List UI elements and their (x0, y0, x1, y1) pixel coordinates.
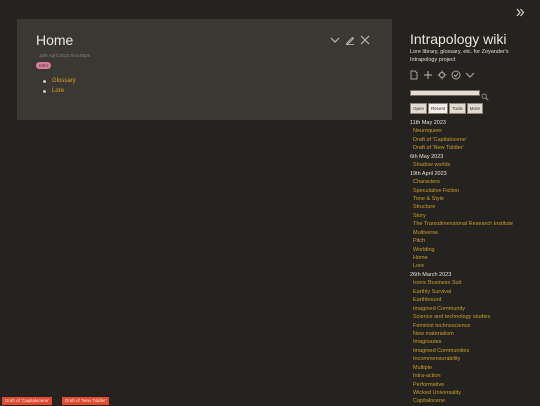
tab-more[interactable]: More (466, 103, 484, 114)
recent-link[interactable]: Multiverse (410, 229, 513, 237)
tiddler-link-glossary[interactable]: Glossary (52, 78, 76, 84)
plus-icon[interactable] (423, 70, 433, 80)
recent-link[interactable]: Home (410, 254, 513, 262)
tab-open[interactable]: Open (410, 103, 428, 114)
recent-link[interactable]: Imaginaries (410, 338, 513, 346)
recent-link[interactable]: Science and technology studies (410, 313, 513, 321)
list-item: Glossary (43, 76, 76, 86)
recent-link[interactable]: Pitch (410, 237, 513, 245)
chevron-down-icon[interactable] (330, 35, 340, 45)
recent-date-heading: 6th May 2023 (410, 153, 444, 160)
tag-pill[interactable]: Intro (36, 62, 52, 69)
recent-date-heading: 11th May 2023 (410, 120, 446, 126)
site-subtitle: Lore library, glossary, etc. for Zoyande… (410, 49, 509, 63)
settings-icon[interactable] (437, 70, 447, 80)
recent-link[interactable]: Shadow worlds (410, 161, 513, 169)
recent-link[interactable]: Story (410, 212, 513, 220)
double-chevron-right-icon[interactable] (516, 4, 525, 22)
recent-link[interactable]: Draft of 'New Tiddler' (410, 144, 513, 152)
tiddler-link-lore[interactable]: Lore (52, 88, 64, 94)
site-title: Intrapology wiki (410, 31, 507, 47)
recent-link[interactable]: Multiple (410, 364, 513, 372)
recent-link[interactable]: Intra-action (410, 372, 513, 380)
notification-draft-new-tiddler[interactable]: Draft of 'New Tiddler' (62, 397, 110, 405)
edit-icon[interactable] (345, 35, 355, 45)
recent-link[interactable]: Earthly Survival (410, 288, 513, 296)
recent-list: 11th May 2023 Neuroqueer Draft of 'Capital… (410, 119, 513, 406)
story-river: Home 15th April 2023 at 8:48pm Intro Glo… (17, 19, 392, 120)
tiddler-title: Home (36, 32, 74, 48)
recent-date-heading: 26th March 2023 (410, 271, 452, 278)
recent-date-heading: 19th April 2023 (410, 170, 447, 177)
recent-link[interactable]: Neuroqueer (410, 127, 513, 135)
recent-link[interactable]: Draft of 'Capitalocene' (410, 136, 513, 144)
new-tiddler-icon[interactable] (409, 70, 419, 80)
recent-link[interactable]: Worlding (410, 246, 513, 254)
sidebar-tabs: Open Recent Tools More (410, 103, 484, 114)
recent-link[interactable]: Lore (410, 262, 513, 270)
search-input[interactable] (410, 90, 480, 96)
tab-tools[interactable]: Tools (449, 103, 466, 114)
recent-link[interactable]: Ironic Business Suit (410, 279, 513, 287)
recent-link[interactable]: Characters (410, 178, 513, 186)
recent-link[interactable]: The Transdimensional Research Institute (410, 220, 513, 228)
notification-draft-capitalocene[interactable]: Draft of 'Capitalocene' (2, 397, 52, 405)
list-item: Lore (43, 86, 76, 96)
chevron-down-icon[interactable] (465, 70, 475, 80)
close-icon[interactable] (360, 35, 370, 45)
recent-link[interactable]: New materialism (410, 330, 513, 338)
check-circle-icon[interactable] (451, 70, 461, 80)
tiddler-link-list: Glossary Lore (43, 76, 76, 96)
tab-recent[interactable]: Recent (428, 103, 449, 114)
tiddler-controls (330, 35, 370, 45)
page-controls (409, 70, 475, 80)
recent-link[interactable]: Structure (410, 203, 513, 211)
recent-link[interactable]: Feminist technoscience (410, 322, 513, 330)
recent-link[interactable]: Tone & Style (410, 195, 513, 203)
tiddler-subtitle: 15th April 2023 at 8:48pm (39, 53, 91, 58)
recent-link[interactable]: Incommensurability (410, 355, 513, 363)
recent-link[interactable]: Performative (410, 381, 513, 389)
recent-link[interactable]: Imagined Community (410, 305, 513, 313)
recent-link[interactable]: Speculative Fiction (410, 187, 513, 195)
recent-link[interactable]: Wicked Universality (410, 389, 513, 397)
recent-link[interactable]: Earthbound (410, 296, 513, 304)
recent-link[interactable]: Imagined Communities (410, 347, 513, 355)
